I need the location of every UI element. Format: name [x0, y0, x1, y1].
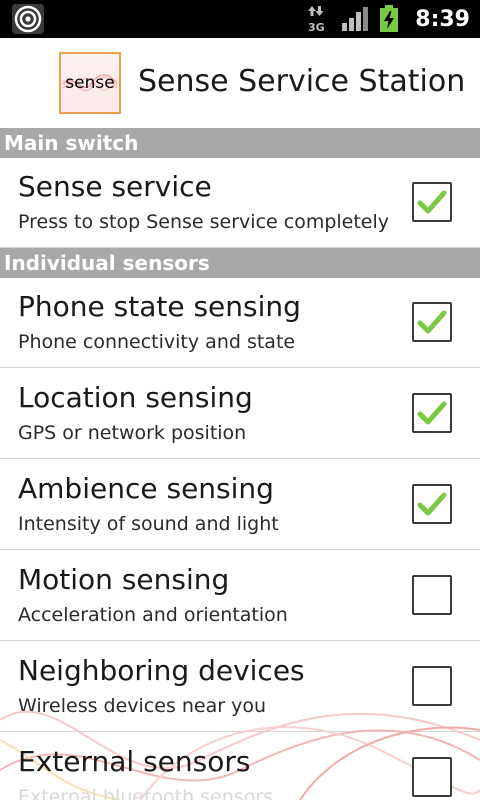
pref-summary: External bluetooth sensors [18, 786, 274, 800]
check-icon [417, 190, 447, 214]
pref-row-ambience[interactable]: Ambience sensing Intensity of sound and … [0, 460, 480, 550]
location-checkbox[interactable] [412, 393, 452, 433]
status-indicators: 3G 8:39 [307, 0, 480, 38]
pref-row-location[interactable]: Location sensing GPS or network position [0, 369, 480, 459]
check-icon [417, 492, 447, 516]
check-icon [417, 401, 447, 425]
app-title: Sense Service Station [138, 64, 466, 99]
pref-summary: Acceleration and orientation [18, 604, 288, 626]
network-type-label: 3G [308, 21, 325, 34]
app-logo: sense [59, 52, 121, 114]
pref-row-sense-service[interactable]: Sense service Press to stop Sense servic… [0, 158, 480, 248]
phone-state-checkbox[interactable] [412, 302, 452, 342]
pref-title: Sense service [18, 170, 212, 203]
clock: 8:39 [415, 6, 470, 32]
battery-charging-icon [380, 5, 399, 32]
pref-row-neighboring-devices[interactable]: Neighboring devices Wireless devices nea… [0, 642, 480, 732]
pref-title: Location sensing [18, 381, 253, 414]
pref-row-external-sensors[interactable]: External sensors External bluetooth sens… [0, 733, 480, 800]
pref-title: Motion sensing [18, 563, 230, 596]
sense-service-checkbox[interactable] [412, 182, 452, 222]
status-bar: 3G 8:39 [0, 0, 480, 38]
section-header-main-switch: Main switch [0, 128, 480, 158]
pref-summary: GPS or network position [18, 422, 247, 444]
pref-summary: Intensity of sound and light [18, 513, 279, 535]
pref-summary: Wireless devices near you [18, 695, 267, 717]
data-arrows-icon: 3G [308, 6, 325, 34]
signal-icon [342, 7, 369, 31]
title-bar: sense Sense Service Station [0, 38, 480, 128]
section-header-individual-sensors: Individual sensors [0, 248, 480, 278]
pref-title: External sensors [18, 745, 251, 778]
pref-row-phone-state[interactable]: Phone state sensing Phone connectivity a… [0, 278, 480, 368]
pref-title: Neighboring devices [18, 654, 305, 687]
pref-title: Ambience sensing [18, 472, 274, 505]
external-sensors-checkbox[interactable] [412, 757, 452, 797]
logo-text: sense [65, 73, 115, 93]
target-icon[interactable] [12, 4, 44, 34]
pref-title: Phone state sensing [18, 290, 301, 323]
ambience-checkbox[interactable] [412, 484, 452, 524]
check-icon [417, 310, 447, 334]
neighboring-devices-checkbox[interactable] [412, 666, 452, 706]
motion-checkbox[interactable] [412, 575, 452, 615]
pref-summary: Press to stop Sense service completely [18, 211, 390, 233]
pref-summary: Phone connectivity and state [18, 331, 296, 353]
pref-row-motion[interactable]: Motion sensing Acceleration and orientat… [0, 551, 480, 641]
screen: 3G 8:39 sense Sense Service Station Main… [0, 0, 480, 800]
